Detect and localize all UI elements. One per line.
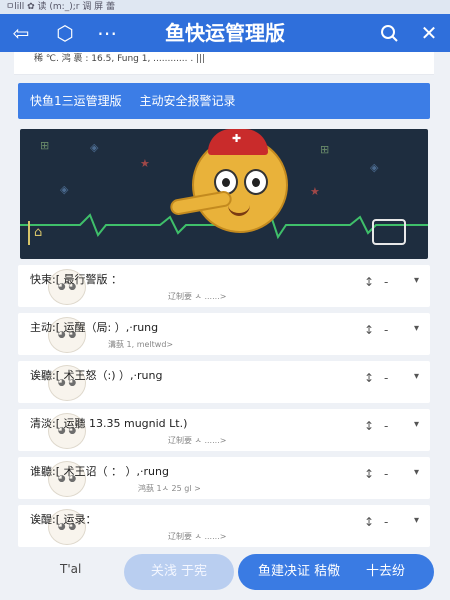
chevron-down-icon[interactable]: ▾ — [414, 467, 419, 478]
bg-glyph: ⊞ — [40, 139, 50, 152]
collapse-button[interactable]: - — [384, 275, 388, 289]
more-dots-icon[interactable]: ⋯ — [94, 20, 120, 46]
content-area: 稀 ℃. 鸿 裹 : 16.5, Fung 1, ............ . … — [14, 52, 434, 548]
collapse-button[interactable]: - — [384, 467, 388, 481]
home-icon[interactable]: ⌂ — [27, 221, 42, 245]
row-title: 清淡:[ 运聽 13.35 mugnid Lt.) — [30, 417, 188, 430]
alarm-list: ◕ ◕ 快束:[ 最行警版 ： 辽制要 ㅅ ......> ↕ - ▾ ◕ ◕ … — [14, 265, 434, 547]
chevron-down-icon[interactable]: ▾ — [414, 515, 419, 526]
primary-button[interactable]: 鱼建决证 秸儆 十去纷 — [238, 554, 434, 590]
bg-glyph: ◈ — [60, 183, 69, 196]
cube-icon[interactable]: ⬡ — [52, 20, 78, 46]
section-banner[interactable]: 快鱼1三运管理版 主动安全报警记录 — [18, 83, 430, 119]
primary-button-label: 鱼建决证 秸儆 — [258, 564, 341, 579]
sort-icon[interactable]: ↕ — [364, 515, 374, 529]
list-item[interactable]: ◕ ◕ 诶醍:[ 运录： 辽制要 ㅅ ......> ↕ - ▾ — [18, 505, 430, 547]
row-title: 诶醍:[ 运录： — [30, 513, 97, 526]
collapse-button[interactable]: - — [384, 419, 388, 433]
chat-settings-icon[interactable] — [376, 20, 402, 46]
row-subtitle: 辽制要 ㅅ ......> — [168, 436, 227, 445]
bg-glyph: ⊞ — [320, 143, 330, 156]
chevron-down-icon[interactable]: ▾ — [414, 419, 419, 430]
chevron-down-icon[interactable]: ▾ — [414, 323, 419, 334]
video-player[interactable]: ⊞ ◈ ★ ⊞ ◈ ◈ ★ ⌂ — [20, 129, 428, 259]
row-title: 快束:[ 最行警版 ： — [30, 273, 122, 286]
list-item[interactable]: ◕ ◕ 谁聽:[ 术王诏（ ： ）,·rung 鸿蓺 1ㅅ 25 gl > ↕ … — [18, 457, 430, 499]
back-arrow-icon[interactable]: ⇦ — [8, 20, 34, 46]
row-title: 主动:[ 运醒（局: ）,·rung — [30, 321, 159, 334]
collapse-button[interactable]: - — [384, 515, 388, 529]
row-title: 谁聽:[ 术王诏（ ： ）,·rung — [30, 465, 169, 478]
bg-glyph: ★ — [310, 185, 320, 198]
footer-label: T'al — [60, 562, 82, 576]
secondary-button[interactable]: 关浅 于宪 — [124, 554, 234, 590]
title-bar: ⇦ ⬡ ⋯ 鱼快运管理版 ✕ — [0, 14, 450, 52]
bg-glyph: ★ — [140, 157, 150, 170]
sort-icon[interactable]: ↕ — [364, 371, 374, 385]
list-item[interactable]: ◕ ◕ 清淡:[ 运聽 13.35 mugnid Lt.) 辽制要 ㅅ ....… — [18, 409, 430, 451]
banner-section-label: 主动安全报警记录 — [139, 94, 236, 108]
row-title: 诶聽:[ 术王怒（:) ）,·rung — [30, 369, 163, 382]
partial-row: 稀 ℃. 鸿 裹 : 16.5, Fung 1, ............ . … — [14, 52, 434, 75]
sort-icon[interactable]: ↕ — [364, 323, 374, 337]
fish-mascot-icon — [169, 129, 288, 233]
sort-icon[interactable]: ↕ — [364, 275, 374, 289]
bg-glyph: ◈ — [370, 161, 379, 174]
row-subtitle: 辽制要 ㅅ ......> — [168, 532, 227, 541]
list-item[interactable]: ◕ ◕ 主动:[ 运醒（局: ）,·rung 溝蓺 1, meltwd> ↕ -… — [18, 313, 430, 355]
collapse-button[interactable]: - — [384, 371, 388, 385]
row-subtitle: 鸿蓺 1ㅅ 25 gl > — [138, 484, 201, 493]
chevron-down-icon[interactable]: ▾ — [414, 275, 419, 286]
list-item[interactable]: ◕ ◕ 快束:[ 最行警版 ： 辽制要 ㅅ ......> ↕ - ▾ — [18, 265, 430, 307]
footer-bar: T'al 关浅 于宪 鱼建决证 秸儆 十去纷 — [0, 548, 450, 600]
row-subtitle: 辽制要 ㅅ ......> — [168, 292, 227, 301]
collapse-button[interactable]: - — [384, 323, 388, 337]
row-subtitle: 溝蓺 1, meltwd> — [108, 340, 174, 349]
bg-glyph: ◈ — [90, 141, 99, 154]
fullscreen-icon[interactable] — [372, 219, 406, 245]
sort-icon[interactable]: ↕ — [364, 467, 374, 481]
chevron-down-icon[interactable]: ▾ — [414, 371, 419, 382]
list-item[interactable]: ◕ ◕ 诶聽:[ 术王怒（:) ）,·rung ↕ - ▾ — [18, 361, 430, 403]
primary-button-extra: 十去纷 — [366, 564, 406, 579]
banner-app-label: 快鱼1三运管理版 — [30, 94, 122, 108]
sort-icon[interactable]: ↕ — [364, 419, 374, 433]
close-icon[interactable]: ✕ — [416, 20, 442, 46]
status-bar: ㅁlill ✿ 读 (m:_);r 调 屏 蕾 — [0, 0, 450, 14]
